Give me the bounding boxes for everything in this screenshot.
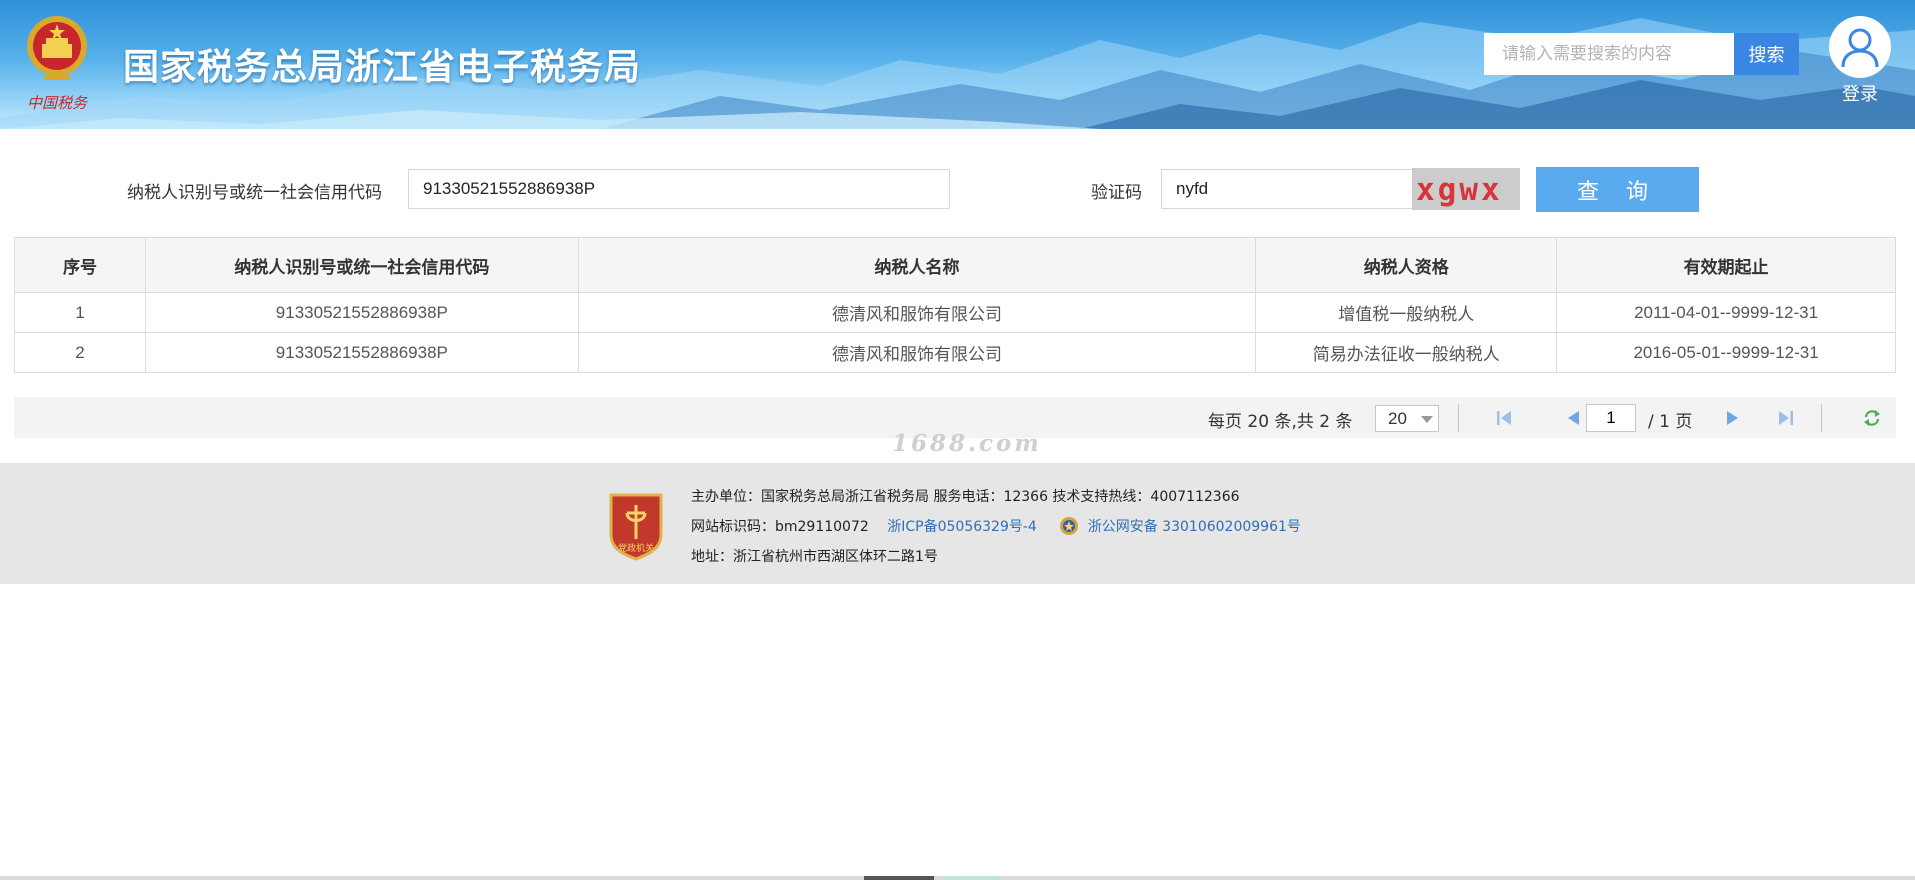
chevron-down-icon — [1421, 416, 1433, 423]
first-page-icon[interactable] — [1494, 408, 1514, 428]
cell-taxpayer-name: 德清风和服饰有限公司 — [577, 292, 1257, 333]
watermark: 1688.com — [892, 430, 1042, 457]
cell-taxpayer-name: 德清风和服饰有限公司 — [577, 332, 1257, 373]
horizontal-scrollbar[interactable] — [0, 876, 1915, 880]
table-row: 1 91330521552886938P 德清风和服饰有限公司 增值税一般纳税人… — [14, 292, 1896, 333]
scrollbar-thumb[interactable] — [864, 876, 934, 880]
captcha-label: 验证码 — [1091, 183, 1142, 203]
taxpayer-id-input[interactable] — [408, 169, 950, 209]
column-header-validity: 有效期起止 — [1556, 237, 1896, 293]
cell-qualification: 简易办法征收一般纳税人 — [1255, 332, 1558, 373]
column-header-qualification: 纳税人资格 — [1255, 237, 1558, 293]
table-row: 2 91330521552886938P 德清风和服饰有限公司 简易办法征收一般… — [14, 332, 1896, 373]
current-page-input[interactable] — [1586, 404, 1636, 432]
refresh-icon[interactable] — [1862, 408, 1882, 428]
cell-validity: 2016-05-01--9999-12-31 — [1556, 332, 1896, 373]
site-footer: 党政机关 主办单位：国家税务总局浙江省税务局 服务电话：12366 技术支持热线… — [0, 463, 1915, 584]
footer-host-info: 主办单位：国家税务总局浙江省税务局 服务电话：12366 技术支持热线：4007… — [691, 489, 1240, 505]
column-header-taxpayer-id: 纳税人识别号或统一社会信用代码 — [144, 237, 579, 293]
footer-icp-link[interactable]: 浙ICP备05056329号-4 — [887, 519, 1037, 535]
cell-taxpayer-id: 91330521552886938P — [144, 332, 579, 373]
total-pages: / 1 页 — [1648, 412, 1693, 432]
footer-registration-line: 网站标识码：bm29110072 浙ICP备05056329号-4 浙公网安备 … — [691, 516, 1301, 536]
cell-validity: 2011-04-01--9999-12-31 — [1556, 292, 1896, 333]
police-badge-icon — [1060, 517, 1079, 535]
national-emblem-icon: 中国税务 — [27, 16, 89, 112]
cell-taxpayer-id: 91330521552886938P — [144, 292, 579, 333]
footer-site-id: 网站标识码：bm29110072 — [691, 519, 869, 535]
captcha-text: xgwx — [1416, 172, 1503, 208]
pagination-info: 每页 20 条,共 2 条 — [1208, 412, 1353, 432]
prev-page-icon[interactable] — [1564, 408, 1584, 428]
login-label: 登录 — [1842, 84, 1878, 105]
table-header-row: 序号 纳税人识别号或统一社会信用代码 纳税人名称 纳税人资格 有效期起止 — [14, 237, 1896, 293]
footer-address: 地址：浙江省杭州市西湖区体环二路1号 — [691, 549, 938, 565]
header-search-input[interactable] — [1484, 33, 1734, 75]
page-size-select[interactable]: 20 — [1375, 405, 1439, 432]
svg-text:党政机关: 党政机关 — [618, 542, 654, 554]
query-button[interactable]: 查 询 — [1536, 167, 1699, 212]
cell-index: 2 — [14, 332, 146, 373]
footer-police-link[interactable]: 浙公网安备 33010602009961号 — [1088, 519, 1301, 535]
header-search-button[interactable]: 搜索 — [1734, 33, 1799, 75]
pager-divider — [1458, 404, 1459, 432]
column-header-index: 序号 — [14, 237, 146, 293]
result-table: 序号 纳税人识别号或统一社会信用代码 纳税人名称 纳税人资格 有效期起止 1 9… — [14, 237, 1896, 373]
captcha-input[interactable] — [1161, 169, 1413, 209]
next-page-icon[interactable] — [1722, 408, 1742, 428]
svg-text:中国税务: 中国税务 — [27, 94, 89, 112]
login-button[interactable]: 登录 — [1826, 16, 1894, 106]
pager-divider — [1821, 404, 1822, 432]
taxpayer-id-label: 纳税人识别号或统一社会信用代码 — [127, 183, 382, 203]
cell-index: 1 — [14, 292, 146, 333]
cell-qualification: 增值税一般纳税人 — [1255, 292, 1558, 333]
site-title: 国家税务总局浙江省电子税务局 — [123, 47, 642, 88]
scrollbar-highlight — [945, 876, 1000, 880]
last-page-icon[interactable] — [1776, 408, 1796, 428]
site-header: 中国税务 国家税务总局浙江省电子税务局 搜索 登录 — [0, 0, 1915, 129]
party-government-badge-icon[interactable]: 党政机关 — [607, 489, 665, 561]
captcha-image[interactable]: xgwx — [1412, 168, 1520, 210]
column-header-taxpayer-name: 纳税人名称 — [577, 237, 1257, 293]
page-size-value: 20 — [1388, 409, 1407, 428]
user-avatar-icon — [1829, 16, 1891, 78]
